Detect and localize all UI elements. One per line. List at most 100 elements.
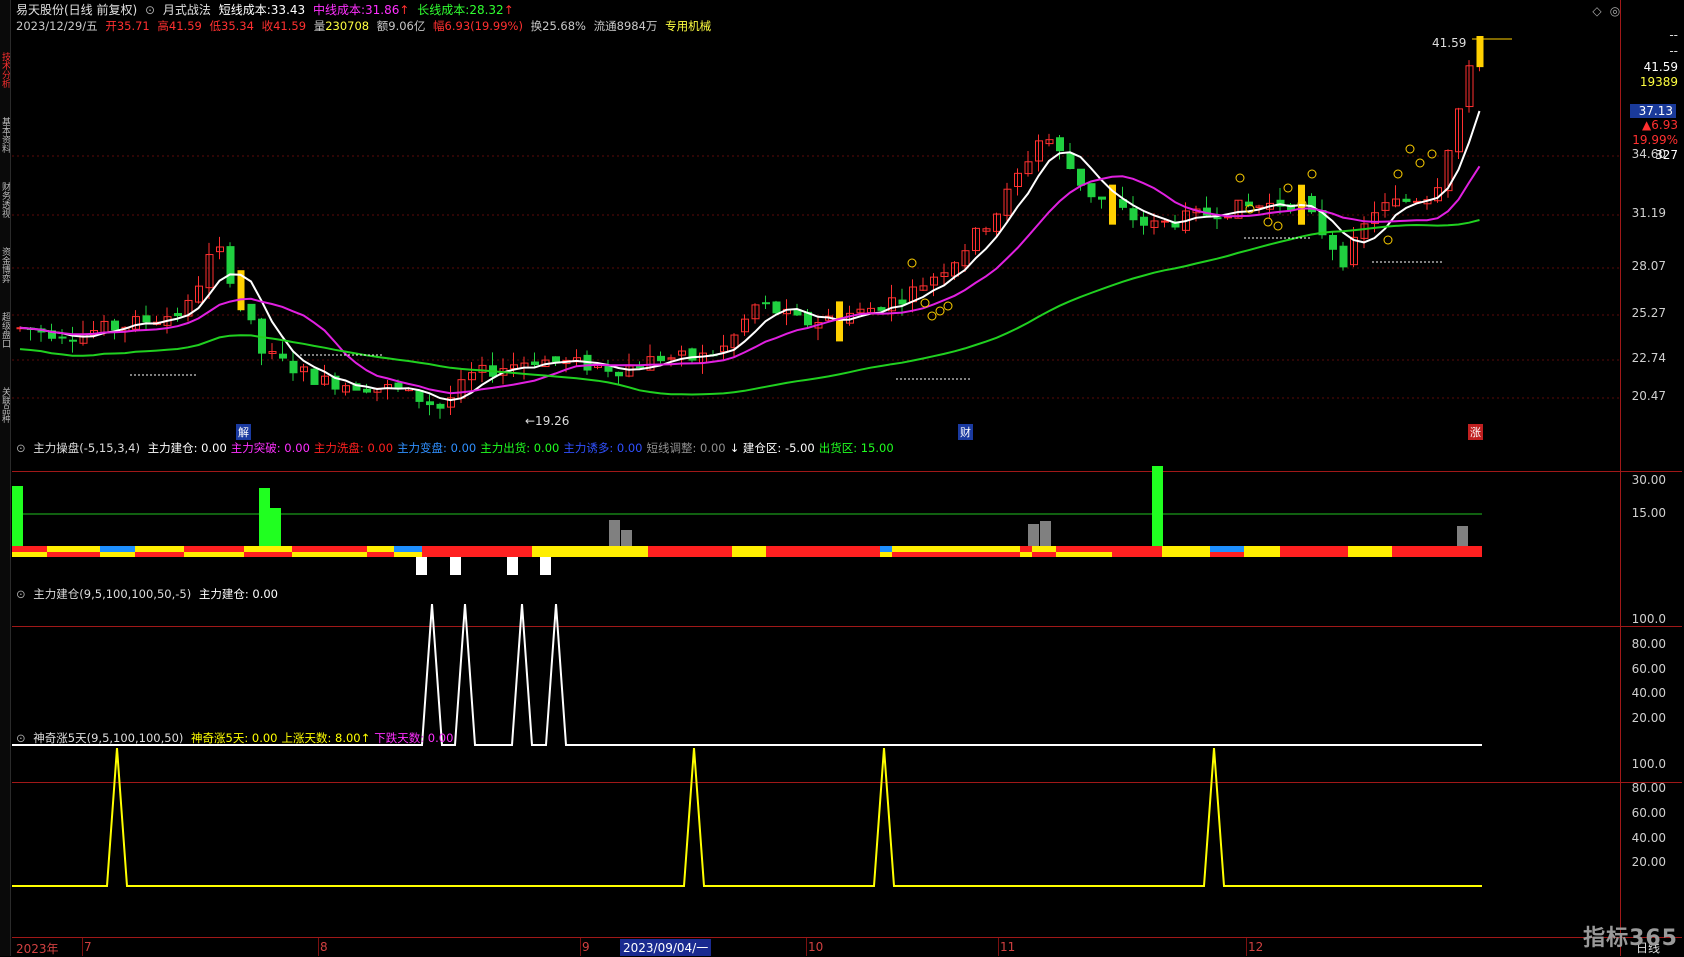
signal-bar	[621, 530, 632, 546]
amount-value: 9.06亿	[388, 19, 426, 33]
zone-band	[1348, 552, 1392, 557]
zone-band	[532, 546, 648, 552]
zone-band	[532, 552, 648, 557]
tab-technical-analysis[interactable]: 技术分析	[0, 40, 10, 100]
panel1-y-label: 15.00	[1631, 506, 1666, 520]
mid-cost-label: 中线成本:	[312, 3, 366, 17]
panel2-header: ⊙ 主力建仓(9,5,100,100,50,-5) 主力建仓: 0.00	[16, 586, 282, 602]
x-axis-label: 9	[582, 940, 590, 954]
panel3-items: 神奇涨5天: 0.00 上涨天数: 8.00↑ 下跌天数: 0.00	[191, 731, 457, 745]
zone-band	[394, 546, 422, 552]
candle-body	[1066, 152, 1075, 170]
panel3-line	[12, 748, 1482, 887]
panel1-item: 主力洗盘: 0.00	[313, 441, 394, 455]
y-axis-label: 31.19	[1631, 206, 1666, 220]
white-signal-bar	[450, 557, 461, 575]
formula-name[interactable]: 月式战法	[163, 3, 211, 17]
industry[interactable]: 专用机械	[665, 19, 711, 33]
zhang-badge[interactable]: 涨	[1468, 424, 1483, 440]
y-axis-label: 20.47	[1631, 389, 1666, 403]
x-axis-tick	[1246, 938, 1247, 956]
tab-super-handicap[interactable]: 超级盘口	[0, 300, 10, 360]
diamond-icon[interactable]: ◇	[1590, 4, 1604, 18]
turnover-label: 换	[530, 19, 543, 33]
right-volume: 19389	[1639, 75, 1678, 89]
right-change-pct: 19.99%	[1632, 133, 1678, 147]
candle-body	[1140, 216, 1148, 226]
panel1-item: ↓ 建仓区: -5.00	[729, 441, 815, 455]
candle-body	[426, 401, 434, 406]
candle-body	[552, 356, 560, 362]
panel1-item: 主力出货: 0.00	[480, 441, 560, 455]
zone-band	[1392, 552, 1482, 557]
stock-name[interactable]: 易天股份(日线 前复权)	[16, 3, 137, 17]
settings-icon[interactable]: ⊙	[16, 731, 26, 745]
signal-bar	[1457, 526, 1468, 546]
high-label: 高	[157, 19, 169, 33]
right-dashes: --	[1669, 28, 1678, 42]
chart-frame: 易天股份(日线 前复权) ⊙ 月式战法 短线成本:33.43 中线成本:31.8…	[12, 0, 1682, 956]
zone-band	[1348, 546, 1392, 552]
right-dashes-2: --	[1669, 44, 1678, 58]
zone-band	[732, 546, 766, 552]
zone-band	[1112, 552, 1162, 557]
panel3-title[interactable]: 神奇涨5天(9,5,100,100,50)	[33, 731, 183, 745]
candle-body	[657, 355, 665, 362]
zone-band	[766, 552, 880, 557]
candle-body	[226, 246, 235, 284]
amount-label: 额	[376, 19, 389, 33]
left-tab-bar: 技术分析 基本资料 财务透视 资金博弈 超级盘口 关联品种	[0, 0, 11, 956]
panel2-y-label: 20.00	[1631, 711, 1666, 725]
candle-body	[394, 382, 403, 389]
tab-related[interactable]: 关联品种	[0, 365, 10, 445]
zone-band	[1056, 546, 1112, 552]
circled-number-marker	[1283, 183, 1293, 193]
x-axis-label: 7	[84, 940, 92, 954]
signal-bar	[1152, 466, 1163, 546]
zone-band	[880, 552, 892, 557]
y-axis-label: 28.07	[1631, 259, 1666, 273]
candle-body	[58, 336, 67, 339]
circled-number-marker	[1415, 158, 1425, 168]
candlestick-chart[interactable]	[12, 36, 1620, 470]
zone-band	[1244, 546, 1280, 552]
zone-band	[135, 546, 184, 552]
short-cost-label: 短线成本:	[218, 3, 271, 17]
zone-band	[1280, 552, 1348, 557]
zone-band	[1210, 546, 1244, 552]
cai-badge[interactable]: 财	[958, 424, 973, 440]
zone-band	[1392, 546, 1482, 552]
candle-body	[415, 390, 424, 402]
short-cost-value: 33.43	[270, 3, 306, 17]
candle-body	[142, 315, 151, 323]
zone-band	[292, 552, 367, 557]
candle-body	[877, 307, 886, 311]
circled-number-marker	[1405, 144, 1415, 154]
bar-date: 2023/12/29/五	[16, 19, 98, 33]
candle-body	[1402, 198, 1411, 202]
x-axis-tick	[580, 938, 581, 956]
zone-band	[1210, 552, 1244, 557]
yellow-candle	[1476, 36, 1484, 68]
short-cost-line	[19, 110, 1481, 402]
tab-finance[interactable]: 财务透视	[0, 170, 10, 230]
settings-icon[interactable]: ⊙	[16, 441, 26, 455]
y-axis-label: 22.74	[1631, 351, 1666, 365]
zone-band	[367, 546, 394, 552]
panel2-title[interactable]: 主力建仓(9,5,100,100,50,-5)	[33, 587, 191, 601]
panel3-header: ⊙ 神奇涨5天(9,5,100,100,50) 神奇涨5天: 0.00 上涨天数:…	[16, 730, 461, 746]
panel3-y-label: 20.00	[1631, 855, 1666, 869]
turnover-value: 25.68%	[542, 19, 586, 33]
candle-body	[1161, 220, 1169, 223]
candle-body	[289, 360, 298, 374]
panel1-title[interactable]: 主力操盘(-5,15,3,4)	[33, 441, 140, 455]
vol-label: 量	[313, 19, 326, 33]
jie-badge[interactable]: 解	[236, 424, 251, 440]
tab-basic-info[interactable]: 基本资料	[0, 105, 10, 165]
settings-icon[interactable]: ⊙	[16, 587, 26, 601]
open-label: 开	[105, 19, 117, 33]
settings-icon[interactable]: ⊙	[145, 3, 155, 17]
low-label: 低	[209, 19, 222, 33]
zone-band	[1280, 546, 1348, 552]
tab-capital[interactable]: 资金博弈	[0, 235, 10, 295]
